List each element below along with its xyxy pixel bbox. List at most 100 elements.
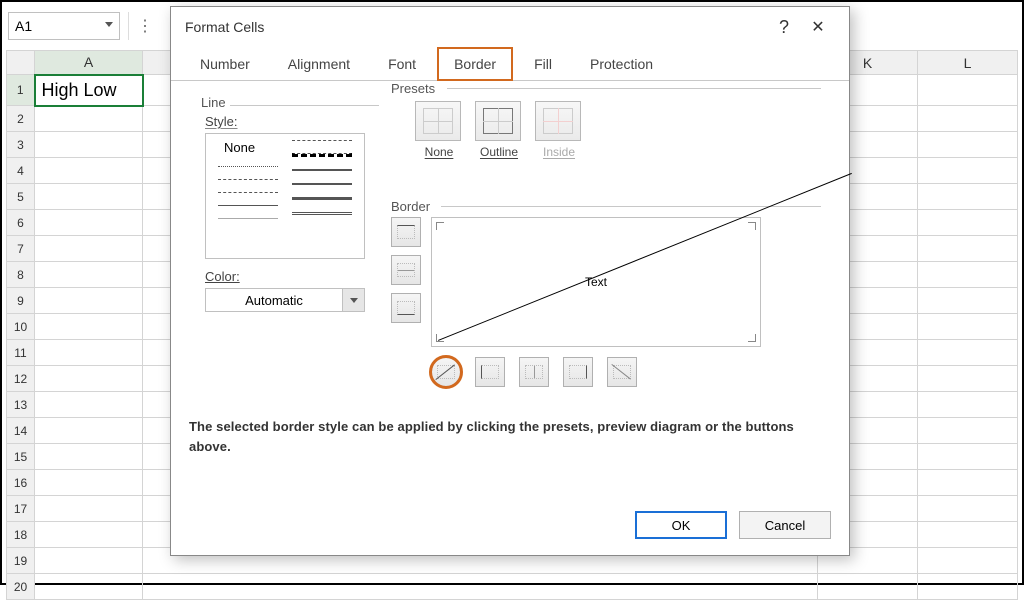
cell[interactable]: [35, 132, 143, 158]
border-top-button[interactable]: [391, 217, 421, 247]
preset-none[interactable]: None: [415, 101, 463, 159]
row-header[interactable]: 10: [7, 314, 35, 340]
cell[interactable]: [918, 444, 1018, 470]
color-dropdown[interactable]: Automatic: [205, 288, 365, 312]
style-option[interactable]: [292, 183, 352, 185]
row-header[interactable]: 18: [7, 522, 35, 548]
row-header[interactable]: 11: [7, 340, 35, 366]
ok-button[interactable]: OK: [635, 511, 727, 539]
tab-font[interactable]: Font: [371, 47, 433, 81]
row-header[interactable]: 7: [7, 236, 35, 262]
cell[interactable]: [918, 262, 1018, 288]
style-option[interactable]: [218, 218, 278, 219]
cell[interactable]: High Low: [35, 75, 143, 106]
row-header[interactable]: 17: [7, 496, 35, 522]
cell[interactable]: [918, 522, 1018, 548]
border-middle-v-button[interactable]: [519, 357, 549, 387]
border-diag-up-button[interactable]: [431, 357, 461, 387]
cell[interactable]: [35, 288, 143, 314]
cell[interactable]: [918, 132, 1018, 158]
cell[interactable]: [35, 470, 143, 496]
cell[interactable]: [143, 574, 818, 600]
row-header[interactable]: 2: [7, 106, 35, 132]
cell[interactable]: [35, 366, 143, 392]
preset-inside[interactable]: Inside: [535, 101, 583, 159]
cell[interactable]: [35, 236, 143, 262]
cell[interactable]: [918, 236, 1018, 262]
row-header[interactable]: 1: [7, 75, 35, 106]
tab-protection[interactable]: Protection: [573, 47, 670, 81]
cell[interactable]: [35, 106, 143, 132]
row-header[interactable]: 19: [7, 548, 35, 574]
cell[interactable]: [35, 418, 143, 444]
cell[interactable]: [918, 314, 1018, 340]
row-header[interactable]: 13: [7, 392, 35, 418]
cell[interactable]: [35, 210, 143, 236]
border-right-button[interactable]: [563, 357, 593, 387]
row-header[interactable]: 6: [7, 210, 35, 236]
style-none-option[interactable]: None: [224, 140, 255, 155]
tab-fill[interactable]: Fill: [517, 47, 569, 81]
cell[interactable]: [35, 314, 143, 340]
cell[interactable]: [918, 470, 1018, 496]
cell[interactable]: [918, 392, 1018, 418]
style-option[interactable]: [292, 140, 352, 141]
style-option[interactable]: [218, 192, 278, 193]
style-option[interactable]: [292, 169, 352, 171]
cell[interactable]: [35, 522, 143, 548]
cell[interactable]: [918, 418, 1018, 444]
close-button[interactable]: ✕: [801, 17, 835, 37]
style-option[interactable]: [292, 197, 352, 200]
cell[interactable]: [918, 496, 1018, 522]
cell[interactable]: [918, 288, 1018, 314]
row-header[interactable]: 14: [7, 418, 35, 444]
row-header[interactable]: 12: [7, 366, 35, 392]
cell[interactable]: [918, 184, 1018, 210]
row-header[interactable]: 15: [7, 444, 35, 470]
border-left-button[interactable]: [475, 357, 505, 387]
border-middle-h-button[interactable]: [391, 255, 421, 285]
cell[interactable]: [918, 574, 1018, 600]
style-option[interactable]: [218, 179, 278, 180]
cell[interactable]: [35, 574, 143, 600]
tab-number[interactable]: Number: [183, 47, 267, 81]
preset-outline[interactable]: Outline: [475, 101, 523, 159]
tab-border[interactable]: Border: [437, 47, 513, 81]
cell[interactable]: [918, 340, 1018, 366]
more-icon[interactable]: ⋮: [137, 16, 153, 36]
cell[interactable]: [35, 158, 143, 184]
style-option[interactable]: [292, 212, 352, 215]
cell[interactable]: [35, 262, 143, 288]
cancel-button[interactable]: Cancel: [739, 511, 831, 539]
cell[interactable]: [35, 444, 143, 470]
row-header[interactable]: 4: [7, 158, 35, 184]
cell[interactable]: [918, 210, 1018, 236]
style-option[interactable]: [292, 153, 352, 157]
row-header[interactable]: 8: [7, 262, 35, 288]
row-header[interactable]: 9: [7, 288, 35, 314]
row-header[interactable]: 20: [7, 574, 35, 600]
row-header[interactable]: 16: [7, 470, 35, 496]
tab-alignment[interactable]: Alignment: [271, 47, 367, 81]
row-header[interactable]: 5: [7, 184, 35, 210]
style-option[interactable]: [218, 166, 278, 167]
cell[interactable]: [918, 106, 1018, 132]
cell[interactable]: [35, 548, 143, 574]
name-box[interactable]: A1: [8, 12, 120, 40]
style-option[interactable]: [218, 205, 278, 206]
cell[interactable]: [918, 75, 1018, 106]
cell[interactable]: [918, 366, 1018, 392]
col-header-L[interactable]: L: [918, 51, 1018, 75]
corner-cell[interactable]: [7, 51, 35, 75]
border-preview[interactable]: Text: [431, 217, 761, 347]
cell[interactable]: [35, 340, 143, 366]
help-button[interactable]: ?: [767, 17, 801, 38]
line-style-list[interactable]: None: [205, 133, 365, 259]
cell[interactable]: [35, 496, 143, 522]
cell[interactable]: [918, 158, 1018, 184]
border-bottom-button[interactable]: [391, 293, 421, 323]
cell[interactable]: [918, 548, 1018, 574]
cell[interactable]: [35, 184, 143, 210]
cell[interactable]: [818, 574, 918, 600]
cell[interactable]: [35, 392, 143, 418]
